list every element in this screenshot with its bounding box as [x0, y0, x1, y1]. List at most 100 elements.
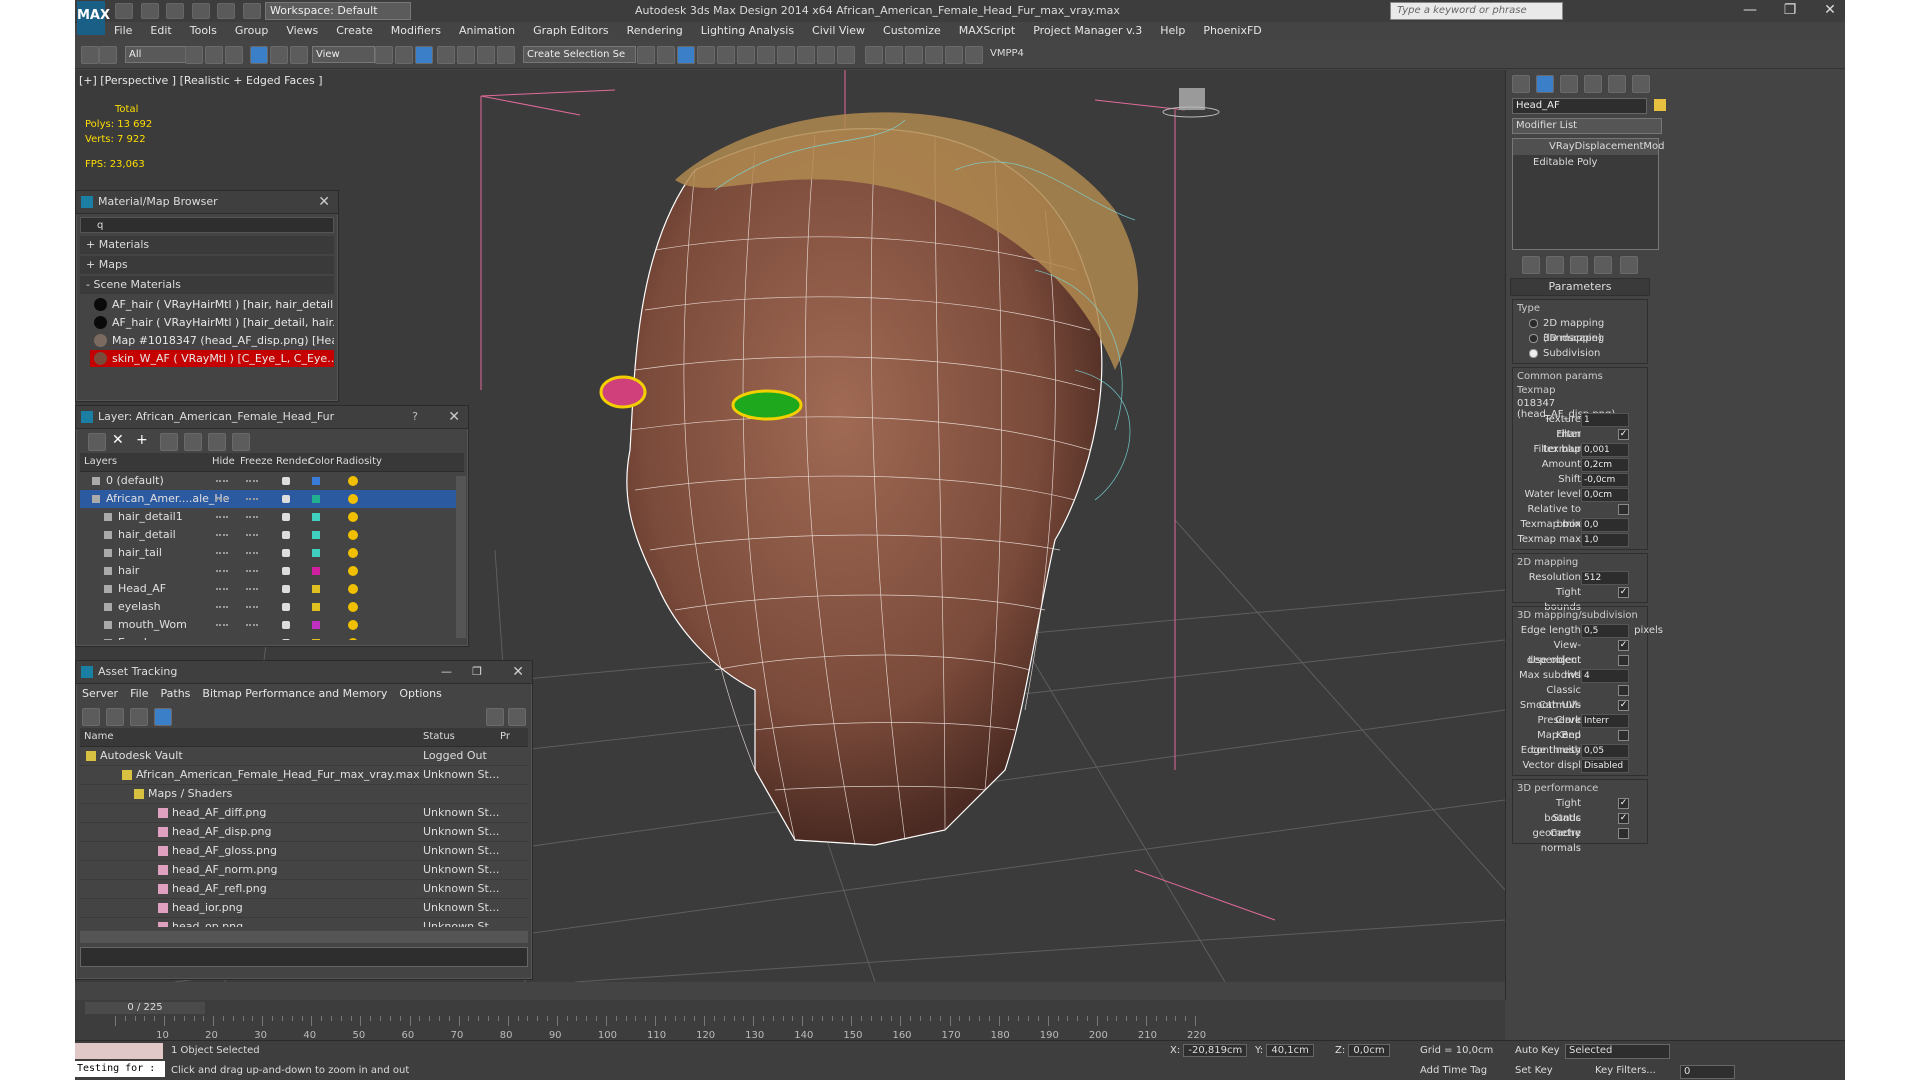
material-item[interactable]: AF_hair ( VRayHairMtl ) [hair_detail, ha… — [90, 314, 334, 331]
make-unique-icon[interactable] — [1570, 256, 1588, 274]
texmap-button[interactable]: 018347 (head_AF_disp.png) — [1517, 398, 1643, 420]
layer-col-layers[interactable]: Layers — [84, 456, 117, 467]
asset-menu-file[interactable]: File — [124, 685, 154, 703]
asset-row[interactable]: head_AF_diff.png Unknown St... — [80, 804, 528, 823]
layer-color-swatch[interactable] — [312, 495, 320, 503]
render-toggle-icon[interactable] — [282, 549, 290, 557]
close-icon[interactable]: ✕ — [448, 406, 460, 428]
param-checkbox[interactable]: ✓ — [1618, 798, 1629, 809]
param-checkbox[interactable] — [1618, 655, 1629, 666]
asset-row[interactable]: head_AF_refl.png Unknown St... — [80, 880, 528, 899]
auto-key-button[interactable]: Auto Key — [1515, 1045, 1560, 1056]
layer-row[interactable]: mouth_Wom — [80, 616, 464, 634]
param-spinner[interactable]: 0,05 — [1581, 744, 1629, 758]
asset-row[interactable]: Maps / Shaders — [80, 785, 528, 804]
menu-project-manager-v-3[interactable]: Project Manager v.3 — [1024, 22, 1151, 40]
hide-all-icon[interactable] — [208, 433, 226, 451]
modify-tab-icon[interactable] — [1536, 75, 1554, 93]
render-icon[interactable] — [817, 46, 835, 64]
select-objects-in-layer-icon[interactable] — [160, 433, 178, 451]
pivot-icon[interactable] — [375, 46, 393, 64]
vault-login-icon[interactable] — [486, 708, 504, 726]
param-spinner[interactable]: 0,5 — [1581, 624, 1629, 638]
table-view-icon[interactable] — [154, 708, 172, 726]
layer-toggle-icon[interactable] — [216, 516, 228, 520]
render-toggle-icon[interactable] — [282, 567, 290, 575]
layer-color-swatch[interactable] — [312, 585, 320, 593]
layer-toggle-icon[interactable] — [216, 552, 228, 556]
layer-manager-icon[interactable] — [677, 46, 695, 64]
layer-row[interactable]: hair_detail — [80, 526, 464, 544]
open-file-icon[interactable] — [140, 3, 159, 19]
layer-toggle-icon[interactable] — [246, 570, 258, 574]
menu-graph-editors[interactable]: Graph Editors — [524, 22, 618, 40]
radiosity-icon[interactable] — [348, 494, 358, 504]
list-view-icon[interactable] — [106, 708, 124, 726]
material-browser-titlebar[interactable]: Material/Map Browser ✕ — [76, 191, 338, 214]
hierarchy-tab-icon[interactable] — [1560, 75, 1578, 93]
render-toggle-icon[interactable] — [282, 531, 290, 539]
layer-toggle-icon[interactable] — [216, 606, 228, 610]
col-status[interactable]: Status — [423, 731, 455, 742]
layer-col-render[interactable]: Render — [276, 456, 312, 467]
left-eye[interactable] — [599, 375, 647, 409]
layer-toggle-icon[interactable] — [216, 588, 228, 592]
layer-toggle-icon[interactable] — [246, 480, 258, 484]
param-dropdown[interactable]: Disabled — [1581, 759, 1629, 773]
asset-row[interactable]: head_ior.png Unknown St... — [80, 899, 528, 918]
freeze-all-icon[interactable] — [232, 433, 250, 451]
help-icon[interactable]: ? — [412, 406, 418, 428]
param-dropdown[interactable]: Interr — [1581, 714, 1629, 728]
param-spinner[interactable]: -0,0cm — [1581, 473, 1629, 487]
material-item[interactable]: AF_hair ( VRayHairMtl ) [hair, hair_deta… — [90, 296, 334, 313]
param-checkbox[interactable]: ✓ — [1618, 813, 1629, 824]
modifier-list-dropdown[interactable]: Modifier List — [1512, 118, 1662, 134]
layer-color-swatch[interactable] — [312, 567, 320, 575]
radiosity-icon[interactable] — [348, 476, 358, 486]
menu-phoenixfd[interactable]: PhoenixFD — [1194, 22, 1270, 40]
curve-editor-icon[interactable] — [717, 46, 735, 64]
param-spinner[interactable]: 0,2cm — [1581, 458, 1629, 472]
object-color-swatch[interactable] — [1654, 99, 1666, 111]
col-name[interactable]: Name — [84, 731, 114, 742]
minimize-icon[interactable]: — — [441, 661, 452, 683]
time-slider[interactable]: 0 / 225 — [85, 1002, 205, 1014]
asset-row[interactable]: African_American_Female_Head_Fur_max_vra… — [80, 766, 528, 785]
set-key-button[interactable]: Set Key — [1515, 1065, 1553, 1076]
rendered-frame-icon[interactable] — [797, 46, 815, 64]
select-manipulate-icon[interactable] — [395, 46, 413, 64]
param-spinner[interactable]: 1 — [1581, 413, 1629, 427]
render-toggle-icon[interactable] — [282, 495, 290, 503]
render-toggle-icon[interactable] — [282, 639, 290, 640]
layer-toggle-icon[interactable] — [246, 498, 258, 502]
layer-toggle-icon[interactable] — [246, 624, 258, 628]
menu-group[interactable]: Group — [226, 22, 278, 40]
menu-rendering[interactable]: Rendering — [618, 22, 692, 40]
maxscript-listener-mini[interactable] — [75, 1043, 163, 1059]
radiosity-icon[interactable] — [348, 602, 358, 612]
new-file-icon[interactable] — [115, 3, 133, 19]
layer-toggle-icon[interactable] — [246, 516, 258, 520]
layer-row[interactable]: eyelash — [80, 598, 464, 616]
search-input[interactable]: Type a keyword or phrase — [1390, 2, 1563, 20]
asset-row[interactable]: head_AF_disp.png Unknown St... — [80, 823, 528, 842]
layer-toggle-icon[interactable] — [216, 624, 228, 628]
coord-y-field[interactable]: 40,1cm — [1266, 1044, 1314, 1057]
key-filters-button[interactable]: Key Filters... — [1595, 1065, 1656, 1076]
maximize-button[interactable]: ❐ — [1775, 2, 1805, 20]
asset-row[interactable]: head_AF_gloss.png Unknown St... — [80, 842, 528, 861]
layer-color-swatch[interactable] — [312, 477, 320, 485]
material-item[interactable]: skin_W_AF ( VRayMtl ) [C_Eye_L, C_Eye... — [90, 350, 334, 367]
param-checkbox[interactable] — [1618, 730, 1629, 741]
right-eye[interactable] — [731, 389, 803, 421]
stack-item-vraydisplacement[interactable]: VRayDisplacementMod — [1513, 139, 1664, 155]
create-layer-icon[interactable] — [88, 433, 106, 451]
undo-icon[interactable] — [191, 3, 210, 19]
track-bar[interactable]: 10 20 30 40 50 60 70 80 90 100 110 120 130 140 150 160 1… — [115, 1016, 1495, 1041]
param-checkbox[interactable] — [1618, 504, 1629, 515]
material-item[interactable]: Map #1018347 (head_AF_disp.png) [Hea... — [90, 332, 334, 349]
render-toggle-icon[interactable] — [282, 585, 290, 593]
layer-row[interactable]: African_Amer....ale_He — [80, 490, 464, 508]
materials-section[interactable]: + Materials — [80, 236, 334, 254]
menu-views[interactable]: Views — [277, 22, 327, 40]
